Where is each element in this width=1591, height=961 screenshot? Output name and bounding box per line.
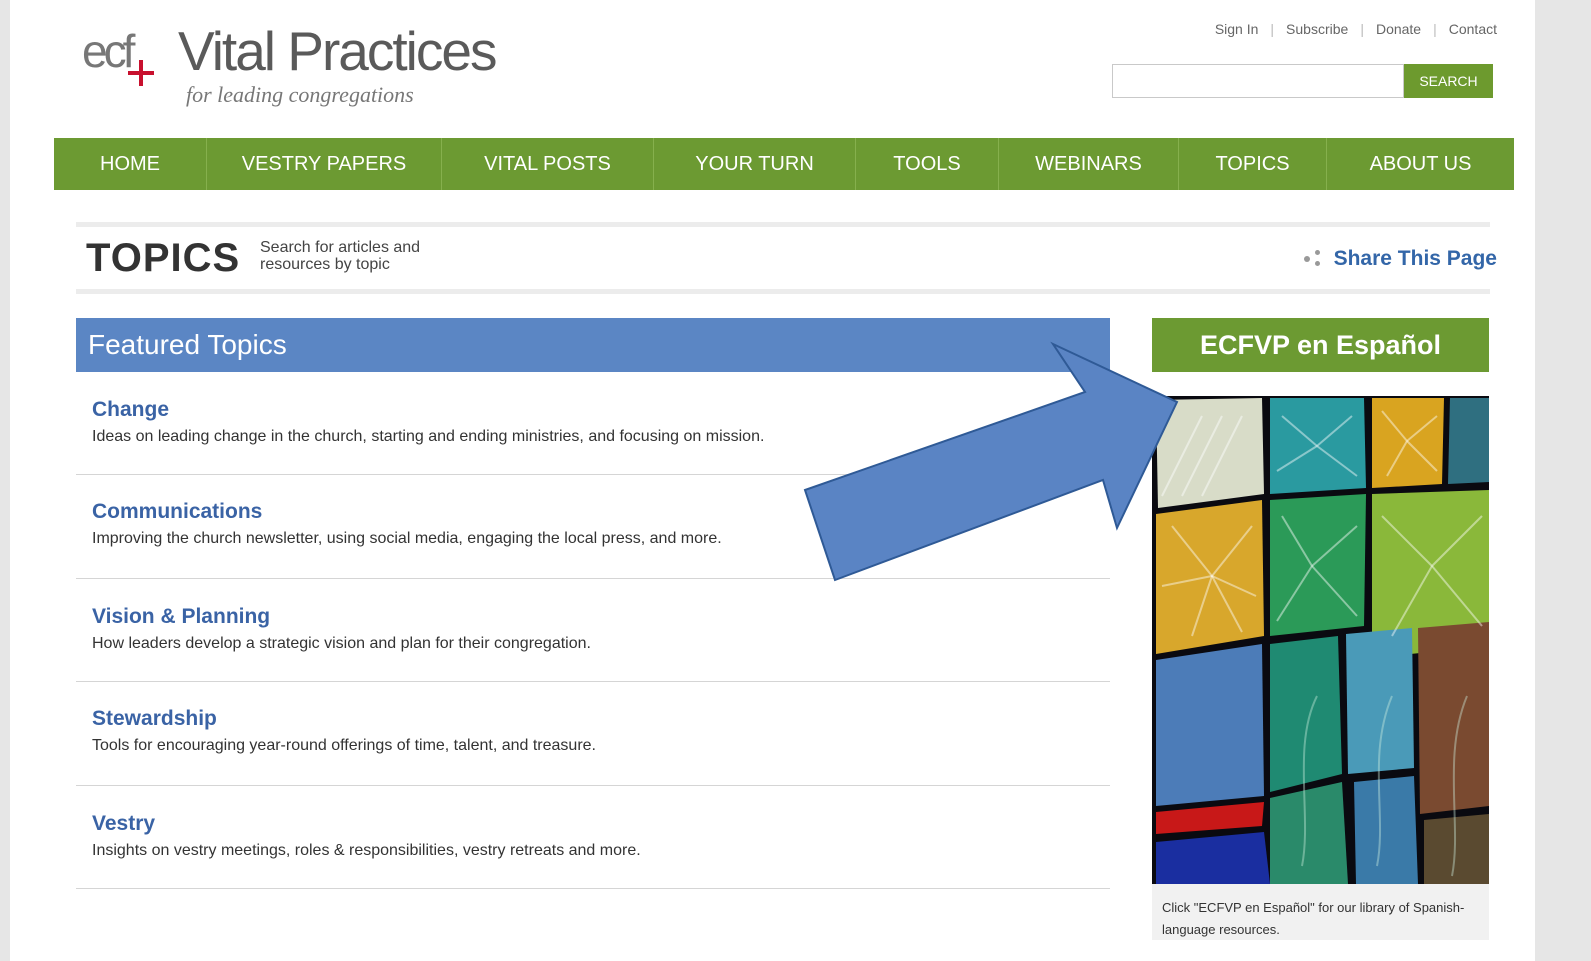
topic-description: Tools for encouraging year-round offerin… bbox=[92, 737, 596, 754]
logo-title: Vital Practices bbox=[178, 20, 497, 82]
list-item: Change Ideas on leading change in the ch… bbox=[76, 398, 1110, 475]
share-page-link[interactable]: Share This Page bbox=[1303, 247, 1497, 271]
page-title: TOPICS bbox=[86, 236, 241, 280]
nav-item-topics[interactable]: TOPICS bbox=[1179, 138, 1327, 190]
contact-link[interactable]: Contact bbox=[1449, 21, 1497, 37]
topic-link-communications[interactable]: Communications bbox=[92, 500, 262, 524]
topic-link-vestry[interactable]: Vestry bbox=[92, 812, 155, 836]
topic-description: Insights on vestry meetings, roles & res… bbox=[92, 842, 641, 859]
espanol-caption: Click "ECFVP en Español" for our library… bbox=[1152, 884, 1489, 940]
logo-mark: ecf bbox=[82, 25, 135, 77]
topic-description: Improving the church newsletter, using s… bbox=[92, 530, 722, 547]
search-input[interactable] bbox=[1112, 64, 1404, 98]
nav-item-vestry-papers[interactable]: VESTRY PAPERS bbox=[207, 138, 442, 190]
stained-glass-artwork bbox=[1152, 396, 1489, 884]
subscribe-link[interactable]: Subscribe bbox=[1286, 21, 1348, 37]
topic-link-stewardship[interactable]: Stewardship bbox=[92, 707, 217, 731]
search-button[interactable]: SEARCH bbox=[1404, 64, 1493, 98]
page: ecf Vital Practices for leading congrega… bbox=[10, 0, 1535, 961]
stained-glass-image[interactable] bbox=[1152, 396, 1489, 884]
divider: | bbox=[1270, 21, 1275, 37]
nav-item-webinars[interactable]: WEBINARS bbox=[999, 138, 1179, 190]
nav-item-vital-posts[interactable]: VITAL POSTS bbox=[442, 138, 654, 190]
share-label: Share This Page bbox=[1333, 247, 1497, 270]
nav-item-tools[interactable]: TOOLS bbox=[856, 138, 999, 190]
share-icon bbox=[1303, 250, 1324, 268]
divider: | bbox=[1433, 21, 1437, 37]
main-nav: HOME VESTRY PAPERS VITAL POSTS YOUR TURN… bbox=[54, 138, 1514, 190]
ecfvp-espanol-button[interactable]: ECFVP en Español bbox=[1152, 318, 1489, 372]
nav-item-about-us[interactable]: ABOUT US bbox=[1327, 138, 1514, 190]
logo-tagline: for leading congregations bbox=[186, 82, 414, 107]
list-item: Communications Improving the church news… bbox=[76, 500, 1110, 579]
list-item: Stewardship Tools for encouraging year-r… bbox=[76, 707, 1110, 786]
utility-links: Sign In | Subscribe | Donate | Contact bbox=[1215, 21, 1497, 37]
topic-link-vision-planning[interactable]: Vision & Planning bbox=[92, 605, 270, 629]
list-item: Vision & Planning How leaders develop a … bbox=[76, 605, 1110, 682]
donate-link[interactable]: Donate bbox=[1376, 21, 1421, 37]
sign-in-link[interactable]: Sign In bbox=[1215, 21, 1259, 37]
topic-description: Ideas on leading change in the church, s… bbox=[92, 428, 765, 445]
topic-link-change[interactable]: Change bbox=[92, 398, 169, 422]
featured-topics-heading: Featured Topics bbox=[76, 318, 1110, 372]
divider bbox=[76, 222, 1490, 227]
topic-description: How leaders develop a strategic vision a… bbox=[92, 635, 591, 652]
nav-item-home[interactable]: HOME bbox=[54, 138, 207, 190]
page-subtitle: Search for articles and resources by top… bbox=[260, 239, 421, 273]
nav-item-your-turn[interactable]: YOUR TURN bbox=[654, 138, 856, 190]
list-item: Vestry Insights on vestry meetings, role… bbox=[76, 812, 1110, 889]
divider: | bbox=[1360, 21, 1364, 37]
cross-icon bbox=[128, 60, 154, 86]
divider bbox=[76, 289, 1490, 294]
